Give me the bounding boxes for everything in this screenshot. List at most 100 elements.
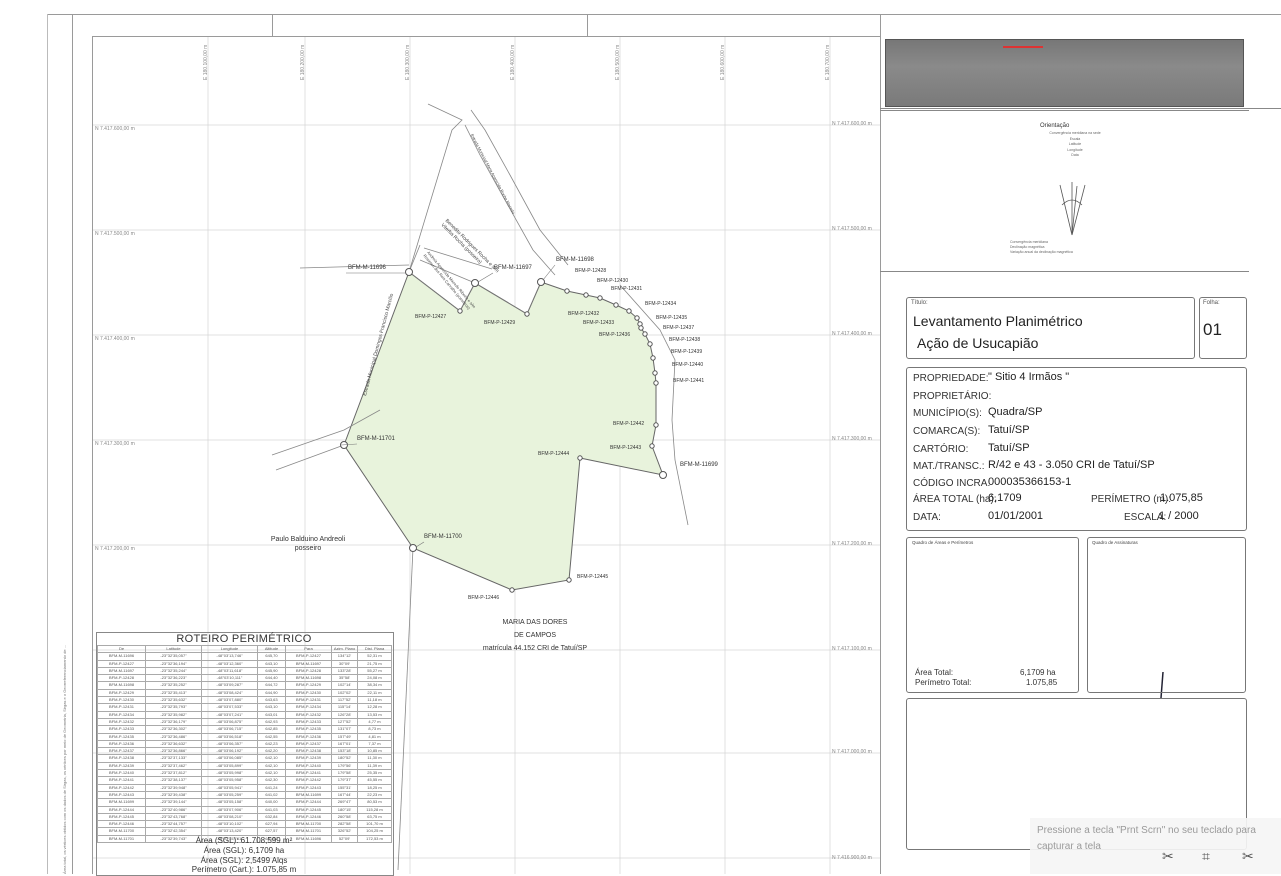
table-cell: 25,35 m — [357, 769, 392, 778]
data-value: 01/01/2001 — [988, 510, 1044, 522]
table-cell: 30°09' — [331, 659, 358, 668]
table-cell: -48°03'07,906" — [201, 805, 258, 814]
crop-icon[interactable]: ⌗ — [1202, 848, 1210, 865]
table-row: BFM-P-12433 -23°32'36,302" -48°03'06,715" 6… — [97, 725, 392, 734]
table-cell: -23°32'37,133" — [145, 754, 202, 763]
table-cell: BFM-M-11701 — [285, 827, 332, 836]
table-cell: BFM-P-12432 — [97, 717, 146, 727]
quadro-perim-value: 1.075,85 — [1026, 678, 1058, 687]
table-cell: -23°32'35,252" — [145, 681, 202, 690]
vertex-marker — [564, 288, 570, 294]
table-cell: BFM-M-11697 — [97, 666, 146, 676]
table-header-cell: Azim. Plano — [331, 644, 358, 654]
coord-top: E 180.100,00 m — [203, 44, 209, 80]
vertex-marker — [638, 325, 644, 331]
table-row: BFM-P-12428 -23°32'36,223" -48°03'10,111" 6… — [97, 674, 392, 683]
table-cell: -23°32'38,137" — [145, 776, 202, 785]
table-cell: BFM-P-12435 — [285, 725, 332, 734]
table-cell: 282°58' — [331, 820, 358, 829]
coord-right: N 7.417.400,00 m — [832, 331, 872, 337]
table-cell: 4,81 m — [357, 732, 392, 741]
table-cell: 117°52' — [331, 696, 358, 705]
vertex-marker — [613, 302, 619, 308]
quadro-assinaturas-box — [1087, 537, 1246, 693]
coord-right: N 7.417.600,00 m — [832, 121, 872, 127]
vertex-label: BFM-M-11698 — [556, 257, 594, 263]
table-cell: 21,75 m — [357, 659, 392, 668]
table-cell: -48°03'05,998" — [201, 769, 258, 778]
table-cell: 640,00 — [257, 798, 286, 807]
table-cell: 642,10 — [257, 769, 286, 778]
table-cell: 179°37' — [331, 776, 358, 785]
vertex-marker — [647, 341, 653, 347]
data-label: DATA: — [913, 512, 941, 523]
perimetro-cart: Perímetro (Cart.): 1.075,85 m — [191, 865, 297, 874]
vertex-label: BFM-P-12444 — [538, 451, 570, 457]
table-cell: -23°32'35,793" — [145, 703, 202, 712]
vertex-marker — [471, 279, 479, 287]
coord-top: E 180.700,00 m — [825, 44, 831, 80]
table-cell: 157°49' — [331, 732, 358, 741]
table-cell: BFM-P-12442 — [285, 776, 332, 785]
table-cell: 7,37 m — [357, 739, 392, 749]
table-cell: BFM-P-12444 — [285, 798, 332, 807]
neighbor-status: posseiro — [294, 545, 322, 552]
property-label: MAT./TRANSC.: — [913, 461, 985, 472]
table-cell: 8,73 m — [357, 725, 392, 734]
table-cell: BFM-P-12428 — [97, 674, 146, 683]
vertex-marker — [457, 308, 463, 314]
table-cell: 180°15' — [331, 805, 358, 814]
table-cell: -48°03'08,210" — [201, 812, 258, 822]
table-cell: BFM-P-12438 — [97, 754, 146, 763]
table-cell: -48°03'07,880" — [201, 696, 258, 705]
snip-icon[interactable]: ✂ — [1242, 848, 1254, 865]
neighbor-registry: matrícula 44.152 CRI de Tatuí/SP — [482, 645, 588, 652]
table-cell: 102°14' — [331, 681, 358, 690]
vertex-marker — [650, 355, 656, 361]
coord-right: N 7.417.000,00 m — [832, 749, 872, 755]
property-value: Tatuí/SP — [988, 424, 1030, 436]
boundary-south — [397, 547, 414, 871]
table-cell: -23°32'43,768" — [145, 812, 202, 822]
orientation-line: Data — [1071, 153, 1079, 157]
snip-icon[interactable]: ✂ — [1162, 848, 1174, 865]
table-cell: -23°32'35,632" — [145, 696, 202, 705]
table-cell: -23°32'35,057" — [145, 652, 202, 661]
table-cell: 35°58' — [331, 674, 358, 683]
table-cell: BFM-P-12437 — [285, 739, 332, 749]
table-header-cell: De — [97, 644, 146, 654]
table-row: BFM-P-12444 -23°32'40,986" -48°03'07,906" 6… — [97, 805, 392, 814]
sheet-number: 01 — [1203, 320, 1222, 339]
coord-right: N 7.417.100,00 m — [832, 646, 872, 652]
table-row: BFM-P-12446 -23°32'44,757" -48°03'10,102" 6… — [97, 820, 392, 829]
sheet-label: Folha: — [1203, 300, 1220, 306]
table-cell: 642,30 — [257, 776, 286, 785]
vertex-marker — [659, 471, 667, 479]
table-cell: -23°32'36,194" — [145, 659, 202, 668]
area-total-label: ÁREA TOTAL (ha): — [913, 494, 997, 505]
table-row: BFM-P-12443 -23°32'39,438" -48°03'05,259" 6… — [97, 790, 392, 800]
vertex-marker — [649, 443, 655, 449]
table-cell: -23°32'35,413" — [145, 688, 202, 698]
table-header-row: De Latitude Longitude Altitude Para Azim. Pla… — [97, 644, 392, 654]
vertex-label: BFM-M-11700 — [424, 534, 462, 540]
quadro-area-value: 6,1709 ha — [1020, 668, 1056, 677]
screenshot-toast[interactable]: Pressione a tecla "Prnt Scrn" no seu tec… — [1030, 818, 1281, 874]
table-cell: BFM-P-12427 — [285, 652, 332, 661]
table-cell: -48°03'05,899" — [201, 761, 258, 771]
table-cell: 642,23 — [257, 739, 286, 749]
table-cell: -48°03'11,618" — [201, 666, 258, 676]
title-line-1: Levantamento Planimétrico — [913, 313, 1083, 329]
table-cell: 153°18' — [331, 747, 358, 756]
table-cell: BFM-M-11700 — [97, 827, 146, 836]
orientation-lines: Convergência meridiana na sede Escala La… — [1035, 131, 1115, 159]
table-cell: BFM-P-12440 — [285, 761, 332, 771]
table-cell: 627,94 — [257, 820, 286, 829]
table-cell: 645,70 — [257, 652, 286, 661]
table-row: BFM-M-11696 -23°32'35,057" -48°03'13,746" 6… — [97, 652, 392, 661]
table-row: BFM-M-11698 -23°32'35,252" -48°03'09,287" 6… — [97, 681, 392, 690]
table-cell: 126°28' — [331, 710, 358, 719]
table-cell: 643,10 — [257, 659, 286, 668]
property-label: COMARCA(S): — [913, 426, 981, 437]
table-cell: 115,28 m — [357, 805, 392, 814]
